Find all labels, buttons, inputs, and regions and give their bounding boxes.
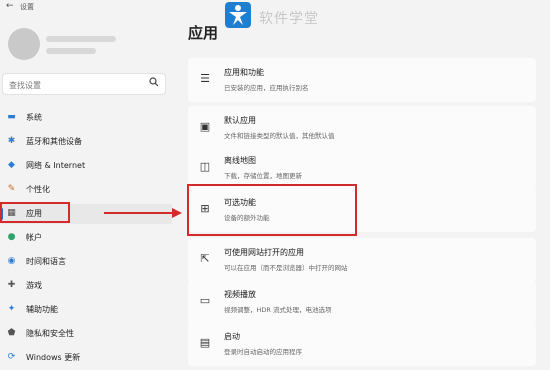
- card-subtitle: 视频调整，HDR 流式处理，电池选项: [224, 306, 332, 314]
- card-apps-for-websites[interactable]: ⇱ 可使用网站打开的应用 可以在应用（而不是浏览器）中打开的网站: [188, 238, 536, 282]
- sidebar-item-personalization[interactable]: ✎ 个性化: [0, 180, 172, 200]
- card-startup[interactable]: ▤ 启动 登录时自动启动的应用程序: [188, 322, 536, 366]
- account-icon: ●: [7, 232, 16, 242]
- card-title: 离线地图: [224, 156, 256, 165]
- profile-name-blur: [46, 36, 116, 42]
- card-subtitle: 文件和链接类型的默认值，其他默认值: [224, 132, 335, 140]
- sidebar-item-label: 帐户: [26, 233, 42, 242]
- back-arrow-icon[interactable]: ←: [6, 1, 14, 11]
- card-title: 应用和功能: [224, 68, 264, 77]
- watermark-logo-icon: [225, 2, 251, 28]
- optional-features-icon: ⊞: [200, 202, 210, 215]
- open-with-icon: ⇱: [200, 252, 210, 265]
- user-profile[interactable]: [4, 26, 174, 66]
- sidebar-item-label: Windows 更新: [26, 353, 81, 362]
- card-optional-features[interactable]: ⊞ 可选功能 设备的额外功能: [188, 188, 536, 232]
- startup-icon: ▤: [199, 336, 211, 349]
- sidebar-item-windows-update[interactable]: ⟳ Windows 更新: [0, 348, 172, 368]
- sidebar-item-time-language[interactable]: ◉ 时间和语言: [0, 252, 172, 272]
- profile-email-blur: [46, 48, 96, 54]
- search-input[interactable]: [7, 77, 147, 93]
- gamepad-icon: ✚: [7, 280, 16, 290]
- sidebar-item-label: 时间和语言: [26, 257, 66, 266]
- settings-search-box[interactable]: [2, 73, 166, 95]
- network-icon: ◆: [8, 160, 15, 170]
- bluetooth-icon: ✱: [7, 136, 16, 146]
- avatar[interactable]: [8, 28, 40, 60]
- card-subtitle: 下载，存储位置，地图更新: [224, 172, 302, 180]
- annotation-box-apps: [0, 202, 70, 223]
- pencil-icon: ✎: [7, 184, 16, 194]
- page-title: 应用: [188, 24, 219, 42]
- watermark: 软件学堂: [225, 2, 355, 28]
- globe-clock-icon: ◉: [7, 256, 16, 266]
- card-subtitle: 设备的额外功能: [224, 214, 270, 222]
- card-title: 默认应用: [224, 116, 256, 125]
- sidebar-item-accounts[interactable]: ● 帐户: [0, 228, 172, 248]
- card-subtitle: 可以在应用（而不是浏览器）中打开的网站: [224, 264, 348, 272]
- card-video-playback[interactable]: ▭ 视频播放 视频调整，HDR 流式处理，电池选项: [188, 280, 536, 324]
- default-apps-icon: ▣: [199, 120, 211, 133]
- card-subtitle: 已安装的应用，应用执行别名: [224, 84, 309, 92]
- sidebar-item-accessibility[interactable]: ✦ 辅助功能: [0, 300, 172, 320]
- sidebar-item-system[interactable]: ▬ 系统: [0, 108, 172, 128]
- accessibility-icon: ✦: [7, 304, 16, 314]
- sidebar-item-label: 系统: [26, 113, 42, 122]
- video-icon: ▭: [199, 294, 211, 307]
- card-title: 可选功能: [224, 198, 256, 207]
- sidebar-item-gaming[interactable]: ✚ 游戏: [0, 276, 172, 296]
- search-icon[interactable]: [149, 77, 159, 90]
- card-title: 可使用网站打开的应用: [224, 248, 304, 257]
- card-offline-maps[interactable]: ◫ 离线地图 下载，存储位置，地图更新: [188, 146, 536, 190]
- sidebar-item-bluetooth[interactable]: ✱ 蓝牙和其他设备: [0, 132, 172, 152]
- window-title: 设置: [20, 3, 34, 11]
- card-apps-features[interactable]: ☰ 应用和功能 已安装的应用，应用执行别名: [188, 58, 536, 102]
- sidebar-item-label: 蓝牙和其他设备: [26, 137, 82, 146]
- card-default-apps[interactable]: ▣ 默认应用 文件和链接类型的默认值，其他默认值: [188, 106, 536, 150]
- watermark-text: 软件学堂: [259, 11, 319, 27]
- shield-icon: ⬟: [7, 328, 16, 338]
- card-title: 启动: [224, 332, 240, 341]
- sidebar-item-label: 个性化: [26, 185, 50, 194]
- sidebar-item-label: 网络 & Internet: [26, 161, 86, 170]
- apps-list-icon: ☰: [200, 72, 210, 85]
- sidebar-item-privacy[interactable]: ⬟ 隐私和安全性: [0, 324, 172, 344]
- map-icon: ◫: [199, 160, 211, 173]
- sidebar-item-label: 隐私和安全性: [26, 329, 74, 338]
- sidebar-item-label: 游戏: [26, 281, 42, 290]
- sidebar-item-label: 辅助功能: [26, 305, 58, 314]
- sidebar-item-network[interactable]: ◆ 网络 & Internet: [0, 156, 172, 176]
- windows-update-icon: ⟳: [7, 352, 16, 362]
- monitor-icon: ▬: [7, 112, 16, 122]
- card-title: 视频播放: [224, 290, 256, 299]
- card-subtitle: 登录时自动启动的应用程序: [224, 348, 302, 356]
- annotation-arrow-icon: [104, 208, 182, 218]
